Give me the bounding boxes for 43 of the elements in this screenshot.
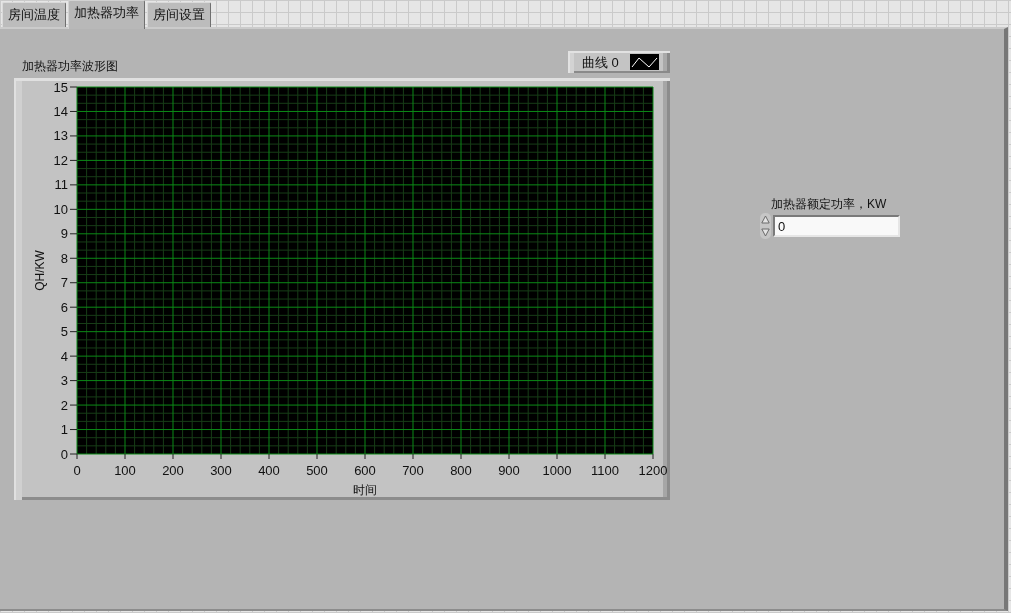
axis-tick-label: 10 — [53, 201, 68, 217]
down-arrow-icon — [761, 228, 770, 237]
axis-tick-label: 700 — [402, 463, 424, 478]
axis-tick-label: 3 — [60, 373, 68, 389]
axis-tick-label: 12 — [53, 152, 68, 168]
axis-tick-label: 6 — [60, 299, 68, 315]
chart-title: 加热器功率波形图 — [21, 59, 118, 73]
tab[interactable]: 房间温度 — [2, 2, 66, 27]
axis-tick-label: 400 — [258, 463, 280, 478]
axis-tick-label: 4 — [60, 348, 68, 364]
axis-tick-label: 1100 — [591, 463, 619, 478]
line-sample-icon — [629, 54, 659, 70]
axis-tick-label: 14 — [53, 103, 68, 119]
legend-label: 曲线 0 — [582, 54, 619, 70]
axis-tick-label: 7 — [60, 275, 68, 291]
axis-tick-label: 9 — [60, 226, 68, 242]
axis-tick-label: 500 — [306, 463, 328, 478]
axis-tick-label: 5 — [60, 324, 68, 340]
axis-tick-label: 0 — [73, 463, 81, 478]
axis-tick-label: 2 — [60, 397, 68, 413]
axis-title: QH/KW — [33, 250, 47, 291]
axis-tick-label: 900 — [498, 463, 520, 478]
axis-tick-label: 600 — [354, 463, 376, 478]
axis-title: 时间 — [353, 483, 377, 497]
tab[interactable]: 房间设置 — [147, 2, 211, 27]
up-arrow-icon — [761, 215, 770, 224]
numeric-input[interactable]: 0 — [773, 215, 900, 237]
control-label: 加热器额定功率，KW — [770, 197, 888, 211]
axis-tick-label: 1200 — [638, 463, 668, 478]
axis-tick-label: 8 — [60, 250, 68, 266]
axis-tick-label: 13 — [53, 128, 68, 144]
axis-tick-label: 0 — [60, 446, 68, 462]
axis-tick-label: 100 — [114, 463, 136, 478]
axis-tick-label: 15 — [53, 79, 68, 95]
axis-tick-label: 200 — [162, 463, 184, 478]
axis-tick-label: 11 — [54, 177, 68, 193]
tab[interactable]: 加热器功率 — [68, 0, 145, 29]
axis-tick-label: 1000 — [542, 463, 572, 478]
increment-button[interactable] — [760, 213, 771, 226]
decrement-button[interactable] — [760, 226, 771, 239]
axis-tick-label: 1 — [60, 422, 68, 438]
axis-tick-label: 800 — [450, 463, 472, 478]
axis-tick-label: 300 — [210, 463, 232, 478]
